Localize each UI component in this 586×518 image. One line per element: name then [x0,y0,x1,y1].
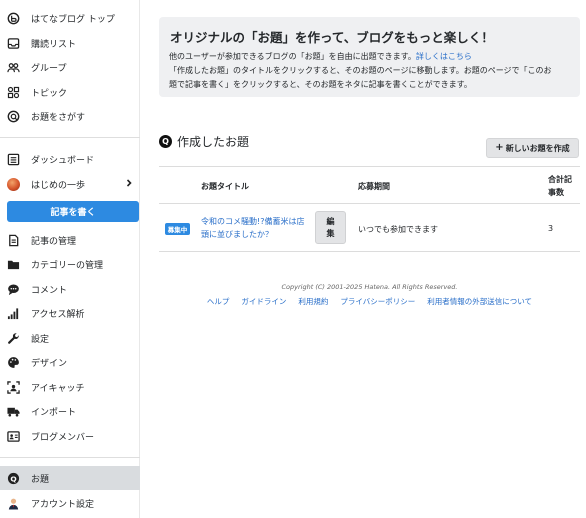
footer-link-help[interactable]: ヘルプ [207,296,230,307]
sidebar-item-label: アカウント設定 [31,499,95,510]
sidebar-item-subscriptions[interactable]: 購読リスト [0,31,140,55]
blog-avatar [7,177,20,191]
odai-q-icon: Q [7,472,20,485]
column-header-count-line1: 合計記 [548,175,572,184]
sidebar-item-manage-articles[interactable]: 記事の管理 [0,228,140,252]
chevron-right-icon [126,179,132,187]
sidebar-item-find-odai[interactable]: お題をさがす [0,104,140,128]
hatena-blog-icon [7,12,20,25]
document-icon [7,234,20,247]
sidebar-item-blog-selector[interactable]: はじめの一歩 [0,172,140,196]
sidebar-item-label: アイキャッチ [31,383,85,394]
sidebar-item-label: デザイン [31,358,68,369]
info-line-3: 題で記事を書く」をクリックすると、そのお題をネタに記事を書くことができます。 [169,80,472,89]
sidebar-item-label: 記事の管理 [31,236,77,247]
footer-link-privacy[interactable]: プライバシーポリシー [340,296,415,307]
period-cell: いつでも参加できます [358,225,438,234]
sidebar-item-label: グループ [31,63,67,74]
status-badge: 募集中 [165,223,190,235]
learn-more-link[interactable]: 詳しくはこちら [416,52,472,61]
column-header-count-line2: 事数 [548,188,564,197]
sidebar-item-odai[interactable]: Q お題 [0,466,140,490]
section-header: Q 作成したお題 [159,133,249,150]
info-line-1: 他のユーザーが参加できるブログの「お題」を自由に出題できます。 [169,52,416,61]
eyecatch-icon [7,380,20,394]
table-bottom-border [159,251,580,252]
sidebar-item-eyecatch[interactable]: アイキャッチ [0,375,140,399]
q-badge-icon: Q [159,135,172,148]
sidebar-item-label: トピック [31,88,68,99]
inbox-icon [7,37,20,50]
footer-links: ヘルプ ガイドライン 利用規約 プライバシーポリシー 利用者情報の外部送信につい… [159,296,580,307]
footer-link-terms[interactable]: 利用規約 [298,296,328,307]
info-line-2: 「作成したお題」のタイトルをクリックすると、そのお題のページに移動します。お題の… [169,66,552,75]
blog-name: はじめの一歩 [31,180,86,191]
sidebar-item-label: ブログメンバー [31,432,95,443]
truck-icon [7,405,20,418]
column-header-period: 応募期間 [358,182,390,191]
wrench-icon [7,332,20,345]
column-header-title: お題タイトル [201,182,249,191]
dashboard-icon [7,153,20,166]
info-title: オリジナルの「お題」を作って、ブログをもっと楽しく！ [170,30,494,45]
folder-icon [7,258,20,271]
section-title: 作成したお題 [177,135,250,149]
sidebar-item-account-settings[interactable]: アカウント設定 [0,491,140,515]
sidebar-item-dashboard[interactable]: ダッシュボード [0,147,140,171]
sidebar-divider [0,457,140,458]
topic-grid-icon [7,86,20,99]
write-article-button[interactable]: 記事を書く [7,201,139,222]
bar-chart-icon [7,307,20,320]
id-card-icon [7,430,20,443]
sidebar-divider [0,137,140,138]
table-header-border [159,203,580,204]
sidebar-item-label: 購読リスト [31,39,77,50]
sidebar-item-label: コメント [31,285,68,296]
sidebar-item-topics[interactable]: トピック [0,80,140,104]
sidebar-item-blog-members[interactable]: ブログメンバー [0,424,140,448]
sidebar-item-settings[interactable]: 設定 [0,326,140,350]
odai-title-link[interactable]: 令和のコメ騒動!?備蓄米は店頭に並びましたか？ [201,215,311,241]
sidebar-item-label: カテゴリーの管理 [31,260,104,271]
sidebar-item-label: ダッシュボード [31,155,95,166]
footer-copyright: Copyright (C) 2001-2025 Hatena. All Righ… [281,283,458,291]
sidebar: はてなブログ トップ 購読リスト グループ トピック お題をさがす ダッシュボー… [0,0,140,518]
sidebar-item-label: お題をさがす [31,112,86,123]
sidebar-item-hatena-blog-top[interactable]: はてなブログ トップ [0,6,140,30]
table-top-border [159,166,580,167]
palette-icon [7,356,20,369]
sidebar-item-label: 設定 [31,334,50,345]
edit-button-label: 編集 [326,216,335,238]
comment-icon [7,283,20,296]
footer-link-guidelines[interactable]: ガイドライン [241,296,286,307]
info-box: オリジナルの「お題」を作って、ブログをもっと楽しく！ 他のユーザーが参加できるブ… [159,17,580,97]
sidebar-item-access-analytics[interactable]: アクセス解析 [0,301,140,325]
sidebar-item-comments[interactable]: コメント [0,277,140,301]
create-new-odai-button[interactable]: + 新しいお題を作成 [486,138,579,158]
sidebar-item-label: はてなブログ トップ [31,14,115,25]
plus-icon: + [495,142,504,153]
svg-text:Q: Q [10,474,16,483]
group-icon [7,61,20,74]
sidebar-item-label: インポート [31,407,77,418]
count-cell: 3 [548,224,554,233]
sidebar-item-categories[interactable]: カテゴリーの管理 [0,252,140,276]
sidebar-item-design[interactable]: デザイン [0,350,140,374]
footer-link-external-transmission[interactable]: 利用者情報の外部送信について [427,296,532,307]
sidebar-item-label: アクセス解析 [31,309,85,320]
edit-button[interactable]: 編集 [315,211,346,244]
info-text: 他のユーザーが参加できるブログの「お題」を自由に出題できます。詳しくはこちら 「… [169,50,570,92]
sidebar-item-import[interactable]: インポート [0,399,140,423]
user-avatar-icon [7,497,20,510]
create-new-odai-label: 新しいお題を作成 [505,143,570,153]
search-circle-icon [7,110,20,123]
sidebar-item-label: お題 [31,474,50,485]
sidebar-item-groups[interactable]: グループ [0,55,140,79]
